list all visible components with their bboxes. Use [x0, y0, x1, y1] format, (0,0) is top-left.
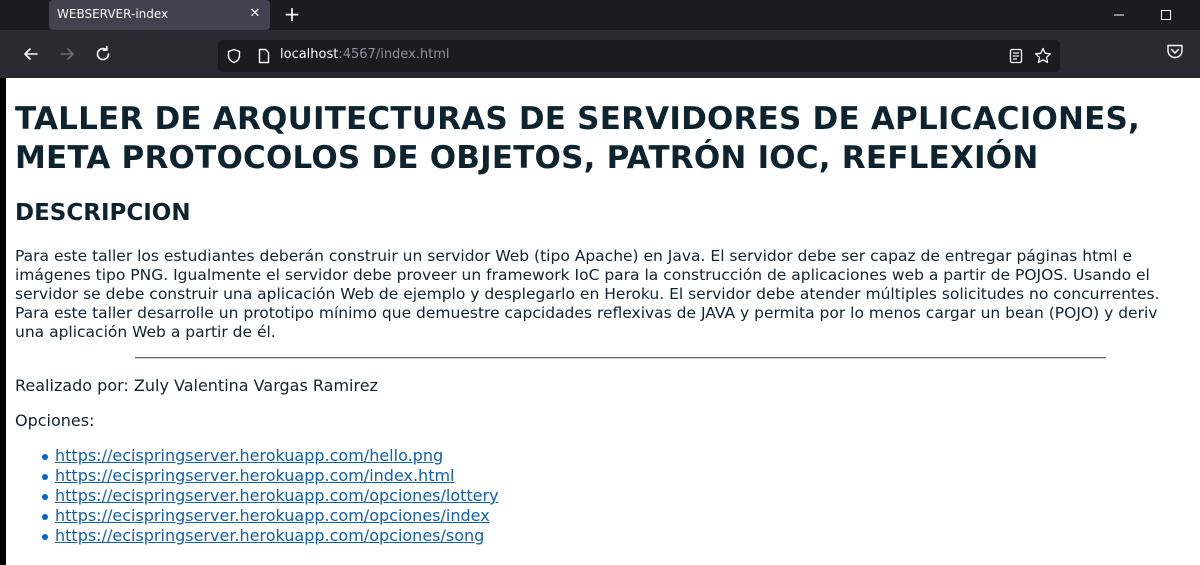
back-button[interactable]: [19, 42, 43, 66]
pocket-icon[interactable]: [1166, 42, 1184, 60]
description-line: Para este taller desarrolle un prototipo…: [15, 304, 1158, 322]
new-tab-icon[interactable]: +: [281, 4, 303, 26]
reload-button[interactable]: [91, 42, 115, 66]
link-opciones-index[interactable]: https://ecispringserver.herokuapp.com/op…: [55, 506, 490, 525]
link-hello-png[interactable]: https://ecispringserver.herokuapp.com/he…: [55, 446, 443, 465]
link-opciones-song[interactable]: https://ecispringserver.herokuapp.com/op…: [55, 526, 484, 545]
minimize-window-button[interactable]: [1096, 0, 1142, 30]
maximize-icon: [1161, 10, 1171, 20]
horizontal-rule: [135, 357, 1106, 359]
options-link-list: https://ecispringserver.herokuapp.com/he…: [42, 446, 499, 546]
address-bar[interactable]: localhost:4567/index.html: [218, 40, 1060, 72]
list-item: https://ecispringserver.herokuapp.com/op…: [42, 486, 499, 506]
description-line: Para este taller los estudiantes deberán…: [15, 247, 1133, 265]
tab-strip: WEBSERVER-index ✕ +: [0, 0, 1200, 30]
minimize-icon: [1114, 14, 1124, 16]
page-content: TALLER DE ARQUITECTURAS DE SERVIDORES DE…: [0, 78, 1200, 565]
page-title-line-2: META PROTOCOLOS DE OBJETOS, PATRÓN IOC, …: [15, 140, 1039, 176]
arrow-left-icon: [24, 48, 38, 60]
bookmark-star-icon[interactable]: [1034, 47, 1052, 65]
url-text[interactable]: localhost:4567/index.html: [280, 47, 450, 62]
url-path: :4567/index.html: [338, 47, 450, 62]
shield-icon[interactable]: [226, 48, 242, 64]
page-info-icon[interactable]: [256, 48, 272, 64]
page-title-line-1: TALLER DE ARQUITECTURAS DE SERVIDORES DE…: [15, 101, 1141, 137]
description-line: servidor se debe construir una aplicació…: [15, 285, 1160, 303]
list-item: https://ecispringserver.herokuapp.com/op…: [42, 526, 499, 546]
close-tab-icon[interactable]: ✕: [246, 5, 264, 23]
description-line: imágenes tipo PNG. Igualmente el servido…: [15, 266, 1150, 284]
tab-title: WEBSERVER-index: [57, 7, 169, 21]
description-line: una aplicación Web a partir de él.: [15, 323, 276, 341]
list-item: https://ecispringserver.herokuapp.com/op…: [42, 506, 499, 526]
bullet-icon: [42, 534, 48, 540]
list-item: https://ecispringserver.herokuapp.com/in…: [42, 466, 499, 486]
options-label: Opciones:: [15, 411, 95, 430]
bullet-icon: [42, 494, 48, 500]
bullet-icon: [42, 474, 48, 480]
forward-button[interactable]: [55, 42, 79, 66]
arrow-right-icon: [60, 48, 74, 60]
list-item: https://ecispringserver.herokuapp.com/he…: [42, 446, 499, 466]
section-heading: DESCRIPCION: [15, 200, 191, 226]
author-text: Realizado por: Zuly Valentina Vargas Ram…: [15, 376, 378, 395]
reader-view-icon[interactable]: [1008, 48, 1024, 64]
bullet-icon: [42, 514, 48, 520]
tab-webserver-index[interactable]: WEBSERVER-index ✕: [49, 0, 270, 30]
bullet-icon: [42, 454, 48, 460]
page-title: TALLER DE ARQUITECTURAS DE SERVIDORES DE…: [15, 100, 1200, 178]
url-host: localhost: [280, 47, 339, 62]
reload-icon: [96, 45, 110, 61]
link-opciones-lottery[interactable]: https://ecispringserver.herokuapp.com/op…: [55, 486, 499, 505]
link-index-html[interactable]: https://ecispringserver.herokuapp.com/in…: [55, 466, 455, 485]
navigation-toolbar: localhost:4567/index.html: [0, 30, 1200, 78]
maximize-window-button[interactable]: [1143, 0, 1189, 30]
window-edge: [0, 78, 6, 565]
description-paragraph: Para este taller los estudiantes deberán…: [15, 247, 1200, 342]
